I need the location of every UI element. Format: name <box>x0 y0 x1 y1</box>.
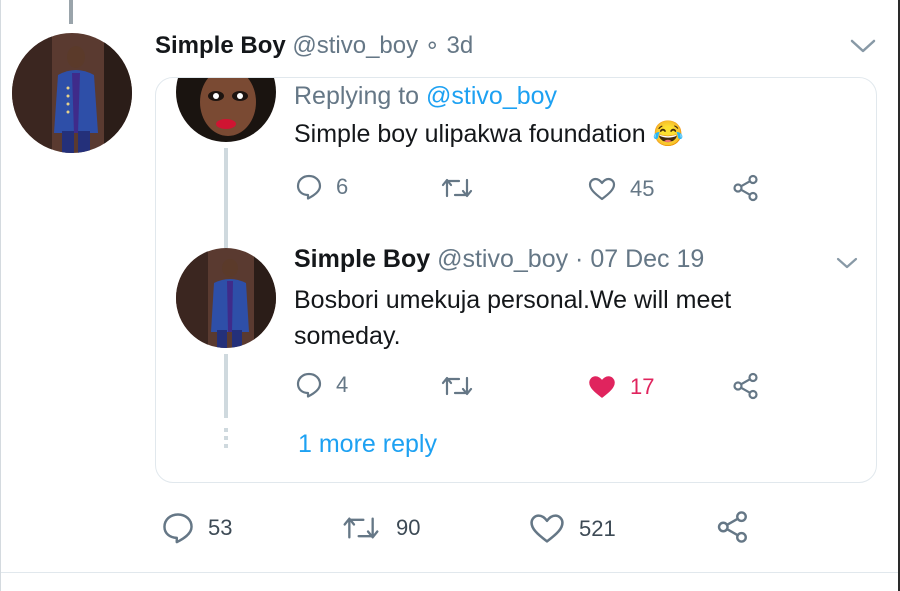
reply-action-comment[interactable]: 6 <box>296 174 348 200</box>
heart-icon <box>588 177 616 201</box>
tweet-menu-chevron-icon[interactable] <box>850 38 876 54</box>
comment-icon <box>296 372 322 398</box>
nested-reply-text-line1: Bosbori umekuja personal.We will meet <box>294 286 732 314</box>
nested-action-like[interactable]: 17 <box>588 374 654 400</box>
tweet-action-comment[interactable]: 53 <box>162 512 232 544</box>
thread-dots <box>224 428 228 452</box>
tweet-like-count: 521 <box>579 515 616 541</box>
nested-like-count: 17 <box>630 374 655 399</box>
retweet-icon <box>343 517 379 539</box>
retweet-icon <box>441 178 473 198</box>
more-replies-link[interactable]: 1 more reply <box>298 430 437 459</box>
replier-avatar[interactable] <box>176 78 276 142</box>
replying-to-prefix: Replying to <box>294 82 420 110</box>
comment-icon <box>296 174 322 200</box>
tweet-retweet-count: 90 <box>396 515 421 540</box>
share-icon <box>733 372 758 400</box>
thread-line-bottom <box>224 354 228 418</box>
thread-line-middle <box>224 148 228 248</box>
replying-to-handle-link[interactable]: @stivo_boy <box>426 82 557 110</box>
nested-menu-chevron-icon[interactable] <box>836 256 858 270</box>
nested-author-handle-date[interactable]: @stivo_boy · 07 Dec 19 <box>437 245 704 273</box>
author-handle-time[interactable]: @stivo_boy ∘ 3d <box>292 32 473 59</box>
tweet-action-retweet[interactable]: 90 <box>340 514 420 542</box>
tweet-divider <box>0 572 900 573</box>
nested-reply-text: Bosbori umekuja personal.We will meet so… <box>294 282 731 354</box>
nested-action-comment[interactable]: 4 <box>296 372 348 398</box>
nested-action-retweet[interactable] <box>440 374 474 398</box>
tweet-action-like[interactable]: 521 <box>529 513 616 544</box>
tweet-reply-count: 53 <box>208 515 233 540</box>
heart-filled-icon <box>589 376 615 398</box>
nested-action-share[interactable] <box>732 372 760 400</box>
reply-count: 6 <box>336 174 349 199</box>
reply-action-share[interactable] <box>732 174 760 202</box>
thread-line-top <box>69 0 73 24</box>
comment-icon <box>163 513 193 544</box>
author-avatar[interactable] <box>12 33 132 153</box>
nested-reply-count: 4 <box>336 372 349 397</box>
left-border <box>0 0 1 591</box>
author-name[interactable]: Simple Boy <box>155 32 286 59</box>
tweet-header: Simple Boy @stivo_boy ∘ 3d <box>155 31 473 60</box>
reply-action-like[interactable]: 45 <box>588 176 654 202</box>
share-icon <box>733 174 758 202</box>
heart-icon <box>530 514 564 543</box>
reply-thread-card[interactable]: Replying to @stivo_boy Simple boy ulipak… <box>155 77 877 483</box>
nested-author-name[interactable]: Simple Boy <box>294 245 430 273</box>
nested-reply-text-line2: someday. <box>294 322 401 350</box>
nested-author-avatar[interactable] <box>176 248 276 348</box>
like-count: 45 <box>630 176 655 201</box>
tweet-action-share[interactable] <box>716 510 750 544</box>
retweet-icon <box>441 376 473 396</box>
reply-text: Simple boy ulipakwa foundation 😂 <box>294 120 684 148</box>
reply-action-retweet[interactable] <box>440 176 474 200</box>
nested-reply-header: Simple Boy @stivo_boy · 07 Dec 19 <box>294 245 704 274</box>
share-icon <box>717 511 747 543</box>
replying-to: Replying to @stivo_boy <box>294 82 557 111</box>
